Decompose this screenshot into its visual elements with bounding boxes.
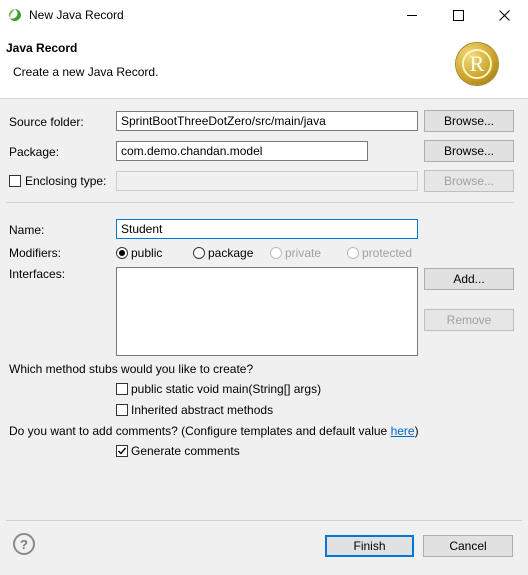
source-folder-browse-button[interactable]: Browse... [424, 110, 514, 132]
maximize-icon [452, 9, 464, 21]
record-logo-icon: R [456, 43, 498, 85]
add-interface-button[interactable]: Add... [424, 268, 514, 290]
name-label: Name: [9, 223, 45, 237]
cancel-button[interactable]: Cancel [423, 535, 513, 557]
inherited-methods-checkbox[interactable] [116, 404, 128, 416]
modifier-private-label: private [285, 246, 322, 260]
modifier-package-label: package [208, 246, 254, 260]
generate-comments-checkbox[interactable] [116, 445, 128, 457]
source-folder-label: Source folder: [9, 115, 84, 129]
package-field[interactable]: com.demo.chandan.model [116, 141, 368, 161]
remove-interface-button: Remove [424, 309, 514, 331]
footer-separator [6, 520, 522, 521]
interfaces-list[interactable] [116, 267, 418, 356]
checkmark-icon [118, 447, 127, 455]
eclipse-app-icon [8, 8, 22, 22]
maximize-button[interactable] [435, 0, 481, 30]
enclosing-type-browse-button: Browse... [424, 170, 514, 192]
comments-question: Do you want to add comments? (Configure … [9, 424, 419, 438]
main-method-label: public static void main(String[] args) [131, 382, 322, 396]
generate-comments-label: Generate comments [131, 444, 240, 458]
inherited-methods-label: Inherited abstract methods [131, 403, 274, 417]
package-browse-button[interactable]: Browse... [424, 140, 514, 162]
page-title: Java Record [6, 41, 78, 55]
modifier-package-radio[interactable] [193, 247, 205, 259]
minimize-button[interactable] [389, 0, 435, 30]
help-icon[interactable]: ? [13, 533, 35, 555]
package-label: Package: [9, 145, 60, 159]
separator [6, 202, 514, 203]
modifier-protected-label: protected [362, 246, 413, 260]
minimize-icon [407, 14, 417, 16]
enclosing-type-field [116, 171, 418, 191]
enclosing-type-checkbox[interactable] [9, 175, 21, 187]
modifiers-label: Modifiers: [9, 246, 62, 260]
modifier-private-radio [270, 247, 282, 259]
window-title: New Java Record [29, 8, 124, 22]
main-method-checkbox[interactable] [116, 383, 128, 395]
modifier-public-radio[interactable] [116, 247, 128, 259]
page-description: Create a new Java Record. [13, 65, 159, 79]
close-icon [498, 9, 510, 21]
modifier-public-label: public [131, 246, 163, 260]
name-field[interactable]: Student [116, 219, 418, 239]
comments-question-text: Do you want to add comments? (Configure … [9, 424, 388, 438]
enclosing-type-label: Enclosing type: [25, 174, 107, 188]
comments-question-close: ) [414, 424, 419, 438]
finish-button[interactable]: Finish [325, 535, 414, 557]
modifier-protected-radio [347, 247, 359, 259]
source-folder-field[interactable]: SprintBootThreeDotZero/src/main/java [116, 111, 418, 131]
close-button[interactable] [481, 0, 527, 30]
method-stubs-question: Which method stubs would you like to cre… [9, 362, 254, 376]
configure-templates-link[interactable]: here [391, 424, 415, 438]
interfaces-label: Interfaces: [9, 267, 66, 281]
